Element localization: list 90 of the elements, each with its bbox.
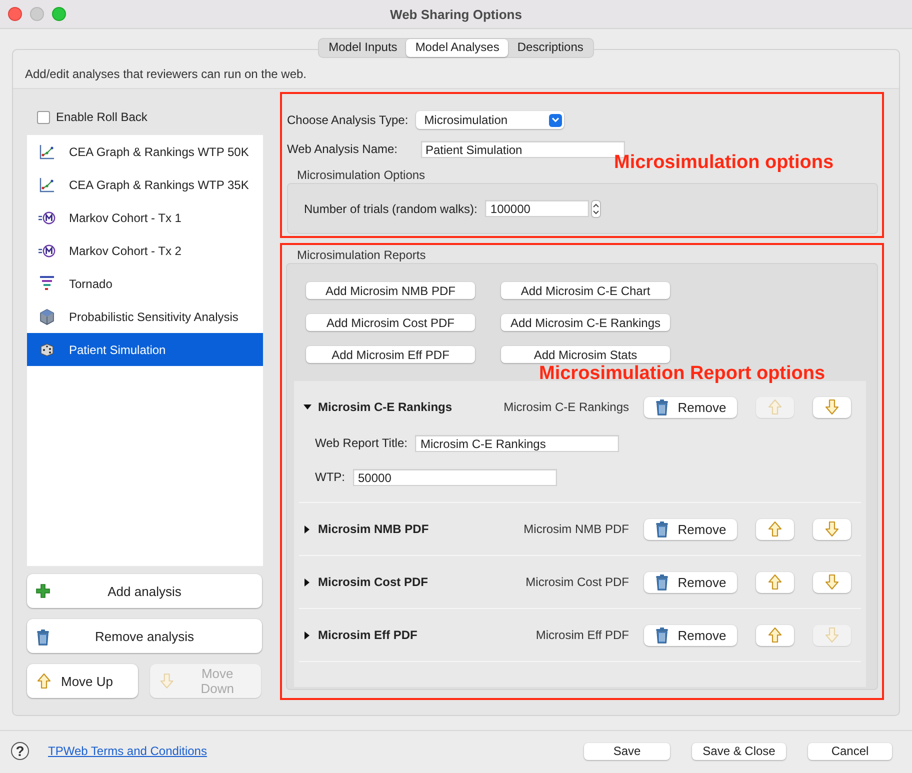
minimize-button[interactable] xyxy=(30,7,44,21)
markov-node-icon xyxy=(38,244,56,258)
plus-icon xyxy=(36,584,50,598)
move-down-button[interactable] xyxy=(813,396,851,418)
line-chart-icon xyxy=(39,176,55,192)
trash-icon xyxy=(36,629,50,646)
analysis-item[interactable]: Markov Cohort - Tx 1 xyxy=(27,201,263,234)
checkbox-label: Enable Roll Back xyxy=(56,110,148,124)
down-arrow-icon xyxy=(825,399,839,415)
dialog-button[interactable]: Save xyxy=(584,742,670,760)
chevron-down-icon xyxy=(551,117,560,123)
report-title: Microsim NMB PDF xyxy=(318,522,430,536)
move-down-button[interactable] xyxy=(813,572,851,592)
group-title: Microsimulation Options xyxy=(297,168,426,182)
analysis-item[interactable]: Tornado xyxy=(27,267,263,300)
analysis-item[interactable]: CEA Graph & Rankings WTP 50K xyxy=(27,135,263,168)
close-button[interactable] xyxy=(8,7,22,21)
analysis-item[interactable]: CEA Graph & Rankings WTP 35K xyxy=(27,168,263,201)
down-arrow-icon xyxy=(825,574,839,590)
move-up-button[interactable] xyxy=(756,518,794,540)
report-type: Microsim C-E Rankings xyxy=(504,400,629,414)
add-report-button[interactable]: Add Microsim C-E Rankings xyxy=(501,314,670,331)
terms-link[interactable]: TPWeb Terms and Conditions xyxy=(48,744,207,758)
remove-button[interactable]: Remove xyxy=(644,624,737,646)
report-title: Microsim Cost PDF xyxy=(318,575,430,589)
move-down-button[interactable] xyxy=(813,518,851,540)
tab[interactable]: Model Analyses xyxy=(406,39,508,57)
down-arrow-icon xyxy=(825,627,839,643)
markov-node-icon xyxy=(38,210,56,224)
tornado-bars-icon xyxy=(40,276,54,291)
add-report-button[interactable]: Add Microsim Stats xyxy=(501,346,670,363)
report-type: Microsim Cost PDF xyxy=(526,575,629,589)
up-arrow-icon xyxy=(768,521,782,537)
triangle-right-icon[interactable] xyxy=(304,524,310,534)
up-arrow-icon xyxy=(768,399,782,415)
down-arrow-icon xyxy=(160,673,174,689)
remove-button[interactable]: Remove xyxy=(644,572,737,592)
up-arrow-icon xyxy=(768,574,782,590)
field-label: Web Report Title: xyxy=(315,436,408,450)
trash-icon xyxy=(654,520,669,538)
input-field[interactable]: Microsim C-E Rankings xyxy=(415,434,620,452)
move-up-button[interactable]: Move Up xyxy=(27,664,138,698)
field-label: Number of trials (random walks): xyxy=(304,202,478,216)
field-label: Web Analysis Name: xyxy=(287,142,398,156)
up-arrow-icon xyxy=(37,673,51,689)
instruction-text: Add/edit analyses that reviewers can run on the web. xyxy=(25,67,306,81)
triangle-right-icon[interactable] xyxy=(304,630,310,640)
add-report-button[interactable]: Add Microsim Eff PDF xyxy=(306,346,475,363)
down-arrow-icon xyxy=(825,521,839,537)
remove-button[interactable]: Remove xyxy=(644,396,737,418)
trash-icon xyxy=(654,626,669,644)
dialog-button[interactable]: Save & Close xyxy=(692,742,786,760)
group-title: Microsimulation Reports xyxy=(297,248,426,262)
annotation-label: Microsimulation Report options xyxy=(539,363,826,385)
field-label: WTP: xyxy=(315,470,345,484)
stepper-icon xyxy=(591,200,602,218)
trials-field[interactable]: 100000 xyxy=(485,200,590,217)
zoom-button[interactable] xyxy=(52,7,66,21)
trash-icon xyxy=(654,398,669,416)
move-up-button[interactable] xyxy=(756,624,794,646)
help-button[interactable]: ? xyxy=(11,742,29,760)
tab[interactable]: Model Inputs xyxy=(320,39,406,57)
remove-button[interactable]: Remove xyxy=(644,518,737,540)
checkbox[interactable] xyxy=(37,110,50,124)
report-title: Microsim C-E Rankings xyxy=(318,400,454,414)
input-field[interactable]: 50000 xyxy=(353,468,557,486)
analysis-item[interactable]: Markov Cohort - Tx 2 xyxy=(27,234,263,267)
dice-icon xyxy=(40,342,54,356)
line-chart-icon xyxy=(39,144,55,160)
up-arrow-icon xyxy=(768,627,782,643)
window-title: Web Sharing Options xyxy=(390,7,522,22)
dialog-button[interactable]: Cancel xyxy=(808,742,892,760)
add-report-button[interactable]: Add Microsim C-E Chart xyxy=(501,282,670,299)
add-report-button[interactable]: Add Microsim Cost PDF xyxy=(306,314,475,331)
remove-analysis-button[interactable]: Remove analysis xyxy=(27,619,262,653)
add-analysis-button[interactable]: Add analysis xyxy=(27,574,262,608)
trash-icon xyxy=(654,574,669,590)
analysis-type-dropdown[interactable]: Microsimulation xyxy=(416,111,564,129)
add-report-button[interactable]: Add Microsim NMB PDF xyxy=(306,282,475,299)
cube-icon xyxy=(40,308,54,324)
tab[interactable]: Descriptions xyxy=(508,39,592,57)
field-label: Choose Analysis Type: xyxy=(287,113,408,127)
report-type: Microsim Eff PDF xyxy=(536,628,629,642)
analysis-item[interactable]: Probabilistic Sensitivity Analysis xyxy=(27,300,263,333)
move-up-button[interactable] xyxy=(756,572,794,592)
triangle-right-icon[interactable] xyxy=(304,578,310,586)
report-title: Microsim Eff PDF xyxy=(318,628,418,642)
triangle-down-icon[interactable] xyxy=(302,404,312,410)
report-type: Microsim NMB PDF xyxy=(524,522,629,536)
analysis-item[interactable]: Patient Simulation xyxy=(27,333,263,366)
